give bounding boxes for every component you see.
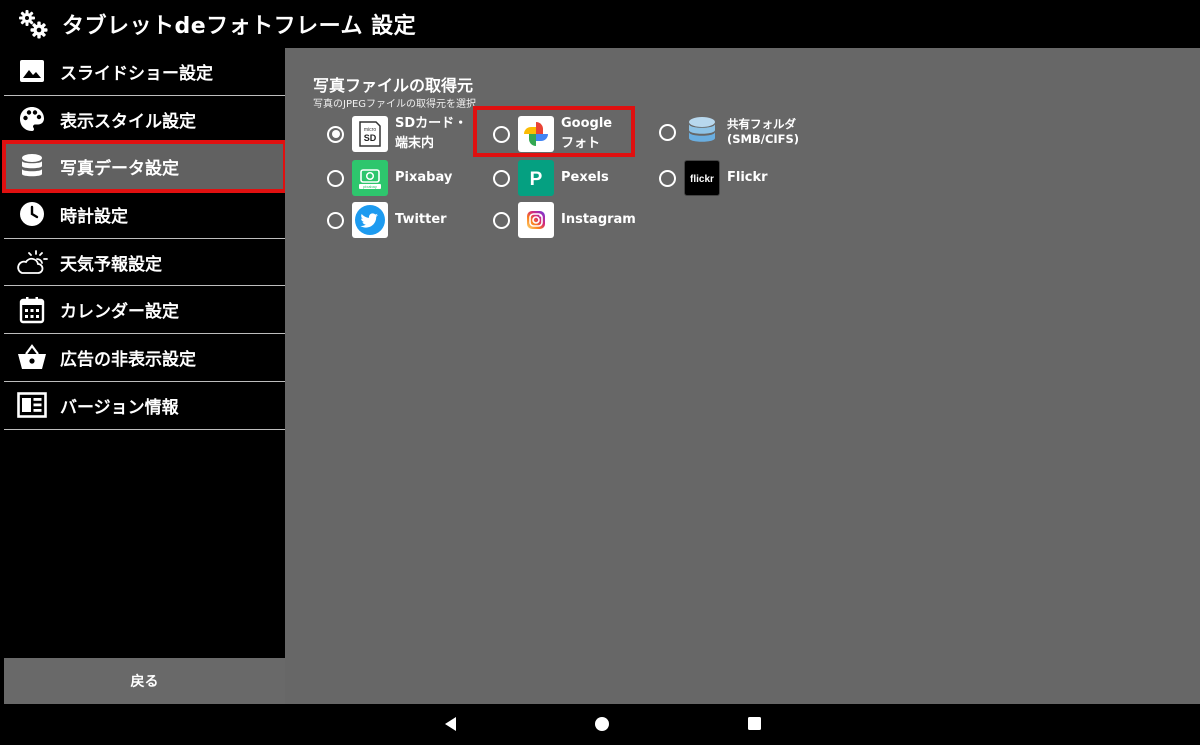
radio-button[interactable] — [327, 211, 344, 229]
sidebar-item-label: 広告の非表示設定 — [60, 349, 196, 370]
calendar-icon — [16, 294, 48, 326]
sidebar-item-label: 表示スタイル設定 — [60, 111, 196, 132]
pixabay-icon: pixabay — [352, 160, 388, 196]
settings-sidebar: スライドショー設定 表示スタイル設定 写真データ設定 時計設定 天気予報設定 カ… — [2, 48, 287, 658]
svg-text:P: P — [530, 169, 543, 190]
system-navigation-bar — [0, 704, 1200, 745]
app-title: タブレットdeフォトフレーム 設定 — [62, 14, 417, 39]
option-shared-folder[interactable]: 共有フォルダ (SMB/CIFS) — [659, 114, 799, 150]
option-pexels[interactable]: P Pexels — [493, 160, 609, 196]
info-card-icon — [16, 389, 48, 421]
section-title: 写真ファイルの取得元 — [313, 76, 474, 95]
option-label: 共有フォルダ (SMB/CIFS) — [727, 117, 800, 146]
sidebar-item-label: 写真データ設定 — [60, 159, 179, 180]
shared-folder-database-icon — [684, 114, 720, 150]
sidebar-item-label: 時計設定 — [60, 206, 128, 227]
option-label: Pexels — [561, 170, 609, 185]
recents-square-icon[interactable] — [747, 716, 762, 731]
option-label: Pixabay — [395, 170, 453, 185]
flickr-icon: flickr — [684, 160, 720, 196]
weather-icon — [16, 246, 48, 278]
option-google-photos[interactable]: Google フォト — [493, 114, 612, 154]
sidebar-item-version[interactable]: バージョン情報 — [4, 382, 285, 430]
back-bar: 戻る — [4, 658, 1200, 704]
radio-button[interactable] — [493, 211, 510, 229]
image-icon — [16, 55, 48, 87]
radio-button[interactable] — [327, 169, 344, 187]
settings-gears-icon — [19, 10, 48, 39]
radio-button[interactable] — [493, 169, 510, 187]
google-photos-icon — [518, 116, 554, 152]
sidebar-item-label: バージョン情報 — [60, 397, 179, 418]
option-flickr[interactable]: flickr Flickr — [659, 160, 768, 196]
option-twitter[interactable]: Twitter — [327, 202, 447, 238]
option-label: SDカード・ 端末内 — [395, 116, 468, 151]
sidebar-item-photo-data[interactable]: 写真データ設定 — [2, 140, 287, 193]
section-subtitle: 写真のJPEGファイルの取得元を選択 — [313, 99, 477, 110]
clock-icon — [16, 198, 48, 230]
svg-text:SD: SD — [364, 133, 377, 143]
title-bar: タブレットdeフォトフレーム 設定 — [0, 0, 1200, 48]
home-circle-icon[interactable] — [594, 716, 610, 732]
sd-card-icon: micro SD — [352, 116, 388, 152]
twitter-icon — [352, 202, 388, 238]
basket-icon — [16, 341, 48, 373]
sidebar-item-hide-ads[interactable]: 広告の非表示設定 — [4, 334, 285, 382]
database-icon — [16, 151, 48, 183]
option-instagram[interactable]: Instagram — [493, 202, 636, 238]
sidebar-item-label: スライドショー設定 — [60, 63, 213, 84]
sidebar-item-slideshow[interactable]: スライドショー設定 — [4, 48, 285, 96]
option-label: Instagram — [561, 212, 636, 227]
photo-source-panel: 写真ファイルの取得元 写真のJPEGファイルの取得元を選択 micro SD S… — [285, 48, 1200, 704]
svg-text:flickr: flickr — [690, 174, 714, 185]
option-sd-card[interactable]: micro SD SDカード・ 端末内 — [327, 114, 467, 154]
svg-text:pixabay: pixabay — [363, 184, 377, 189]
sidebar-item-display-style[interactable]: 表示スタイル設定 — [4, 96, 285, 144]
palette-icon — [16, 103, 48, 135]
sidebar-item-calendar[interactable]: カレンダー設定 — [4, 286, 285, 335]
radio-button-selected[interactable] — [327, 125, 344, 143]
instagram-icon — [518, 202, 554, 238]
option-label: Twitter — [395, 212, 447, 227]
sidebar-item-label: カレンダー設定 — [60, 302, 179, 323]
radio-button[interactable] — [659, 169, 676, 187]
back-button[interactable]: 戻る — [4, 658, 285, 704]
sidebar-item-weather[interactable]: 天気予報設定 — [4, 239, 285, 287]
option-pixabay[interactable]: pixabay Pixabay — [327, 160, 452, 196]
back-triangle-icon[interactable] — [443, 716, 457, 732]
option-label: Flickr — [727, 170, 768, 185]
option-label: Google フォト — [561, 116, 613, 151]
pexels-icon: P — [518, 160, 554, 196]
sidebar-item-clock[interactable]: 時計設定 — [4, 191, 285, 239]
radio-button[interactable] — [659, 123, 676, 141]
sidebar-item-label: 天気予報設定 — [60, 254, 162, 275]
radio-button[interactable] — [493, 125, 510, 143]
